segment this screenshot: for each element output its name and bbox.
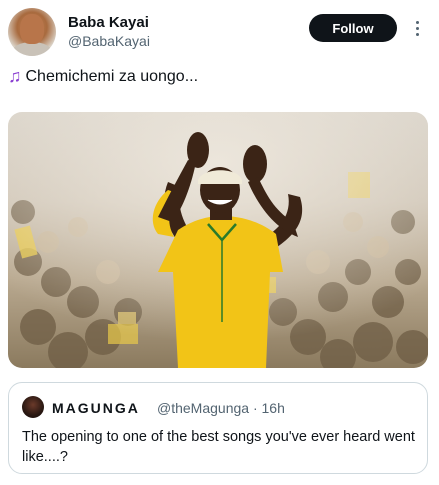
quoted-author-name: MAGUNGA xyxy=(52,400,140,416)
author-name[interactable]: Baba Kayai xyxy=(68,14,149,31)
quoted-author-meta: @theMagunga · 16h xyxy=(157,400,285,416)
tweet-header: Baba Kayai @BabaKayai Follow xyxy=(0,0,439,62)
music-notes-icon: ♫ xyxy=(8,66,22,86)
quoted-tweet[interactable]: MAGUNGA @theMagunga · 16h The opening to… xyxy=(8,382,428,474)
tweet-photo[interactable] xyxy=(8,112,428,368)
follow-button[interactable]: Follow xyxy=(309,14,397,42)
quoted-author-avatar xyxy=(22,396,44,418)
author-handle[interactable]: @BabaKayai xyxy=(68,33,150,49)
tweet-text-content: Chemichemi za uongo... xyxy=(25,67,199,85)
tweet-text: ♫ Chemichemi za uongo... xyxy=(8,66,198,87)
quoted-tweet-text: The opening to one of the best songs you… xyxy=(22,429,415,465)
author-avatar[interactable] xyxy=(8,8,56,56)
more-options-icon[interactable] xyxy=(410,14,424,42)
photo-illustration xyxy=(8,112,428,368)
